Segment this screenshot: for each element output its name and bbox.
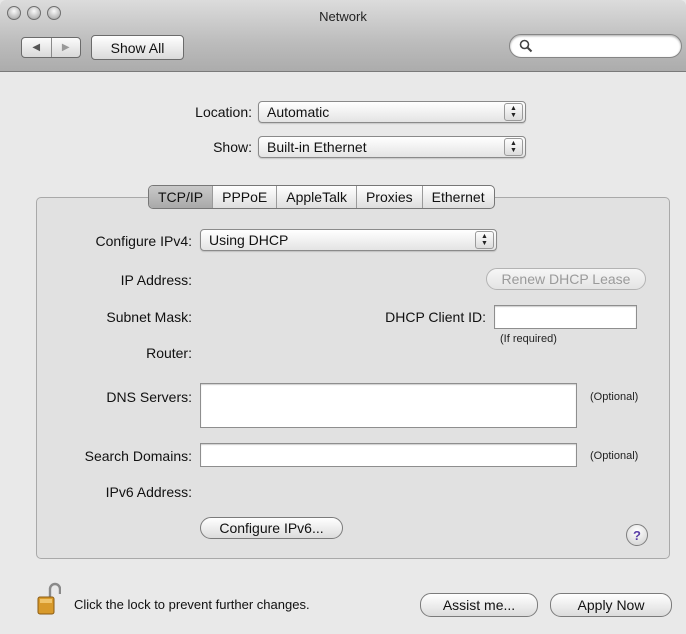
search-domains-label: Search Domains: xyxy=(84,448,192,464)
subnet-mask-label: Subnet Mask: xyxy=(106,309,192,325)
tab-tcpip[interactable]: TCP/IP xyxy=(149,186,213,208)
apply-now-button[interactable]: Apply Now xyxy=(550,593,672,617)
show-label: Show: xyxy=(213,139,252,155)
dns-servers-field[interactable] xyxy=(200,383,577,428)
renew-dhcp-lease-button[interactable]: Renew DHCP Lease xyxy=(486,268,646,290)
location-value: Automatic xyxy=(267,104,330,120)
back-button[interactable]: ◀ xyxy=(22,38,52,57)
window-title: Network xyxy=(319,9,367,24)
dhcp-client-id-label: DHCP Client ID: xyxy=(385,309,486,325)
lock-message: Click the lock to prevent further change… xyxy=(74,597,310,612)
search-domains-field[interactable] xyxy=(200,443,577,467)
dns-servers-label: DNS Servers: xyxy=(106,389,192,405)
tcpip-panel xyxy=(36,197,670,559)
forward-arrow-icon: ▶ xyxy=(61,42,70,53)
location-label: Location: xyxy=(195,104,252,120)
popup-arrows-icon: ▲ ▼ xyxy=(504,103,523,121)
tab-pppoe[interactable]: PPPoE xyxy=(212,186,276,208)
location-popup[interactable]: Automatic ▲ ▼ xyxy=(258,101,526,123)
if-required-note: (If required) xyxy=(500,333,557,345)
router-label: Router: xyxy=(146,345,192,361)
help-button[interactable]: ? xyxy=(626,524,648,546)
tab-ethernet[interactable]: Ethernet xyxy=(421,186,494,208)
titlebar: Network ◀ ▶ Show All xyxy=(0,0,686,72)
search-optional-note: (Optional) xyxy=(590,450,639,462)
lock-icon[interactable] xyxy=(37,582,61,616)
forward-button[interactable]: ▶ xyxy=(52,38,81,57)
tab-appletalk[interactable]: AppleTalk xyxy=(276,186,356,208)
back-forward-control: ◀ ▶ xyxy=(21,37,81,58)
dhcp-client-id-field[interactable] xyxy=(494,305,637,329)
popup-arrows-icon: ▲ ▼ xyxy=(475,231,494,249)
ipv6-address-label: IPv6 Address: xyxy=(105,484,192,500)
configure-ipv6-button[interactable]: Configure IPv6... xyxy=(200,517,343,539)
assist-me-button[interactable]: Assist me... xyxy=(420,593,538,617)
tab-bar: TCP/IP PPPoE AppleTalk Proxies Ethernet xyxy=(148,185,495,209)
show-all-button[interactable]: Show All xyxy=(91,35,184,60)
back-arrow-icon: ◀ xyxy=(32,42,41,53)
configure-ipv4-value: Using DHCP xyxy=(209,232,289,248)
popup-arrows-icon: ▲ ▼ xyxy=(504,138,523,156)
show-value: Built-in Ethernet xyxy=(267,139,367,155)
tab-proxies[interactable]: Proxies xyxy=(355,186,422,208)
search-input[interactable] xyxy=(536,38,676,54)
network-preferences-window: Network ◀ ▶ Show All Location: Automatic… xyxy=(0,0,686,634)
search-field[interactable] xyxy=(509,34,682,58)
magnifier-icon xyxy=(519,39,533,53)
configure-ipv4-popup[interactable]: Using DHCP ▲ ▼ xyxy=(200,229,497,251)
ip-address-label: IP Address: xyxy=(120,272,192,288)
configure-ipv4-label: Configure IPv4: xyxy=(95,233,193,249)
help-icon: ? xyxy=(633,527,641,543)
dns-optional-note: (Optional) xyxy=(590,391,639,403)
show-popup[interactable]: Built-in Ethernet ▲ ▼ xyxy=(258,136,526,158)
